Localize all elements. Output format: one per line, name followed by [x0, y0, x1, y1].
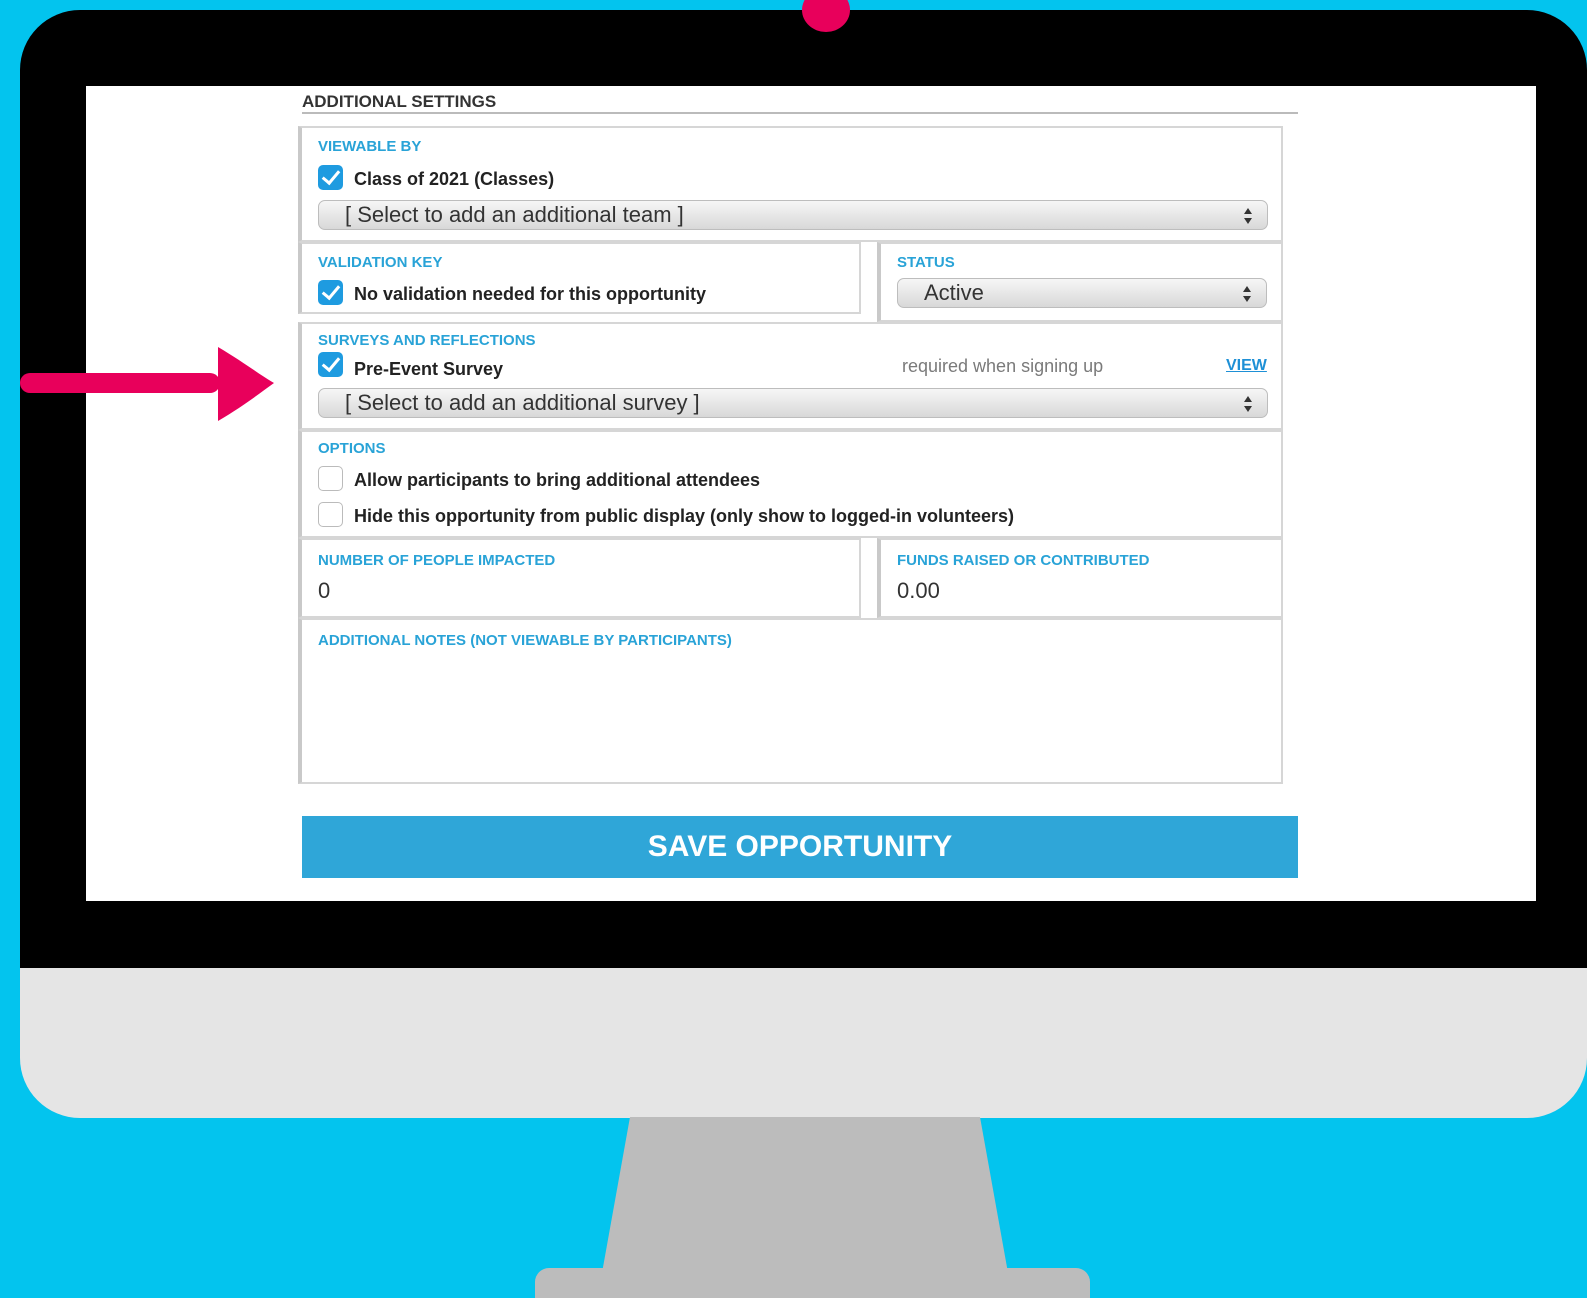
screen: ADDITIONAL SETTINGS VIEWABLE BY Class of… — [86, 86, 1536, 901]
pre-event-survey-checkbox[interactable] — [318, 352, 343, 377]
pointer-arrow-icon — [20, 347, 274, 421]
select-arrows-icon — [1244, 396, 1252, 412]
funds-raised-input[interactable]: 0.00 — [897, 578, 940, 604]
status-label: STATUS — [897, 254, 955, 271]
survey-select-value: [ Select to add an additional survey ] — [345, 390, 700, 415]
validation-checkbox-label: No validation needed for this opportunit… — [354, 284, 707, 304]
section-title: ADDITIONAL SETTINGS — [302, 86, 1298, 114]
allow-attendees-checkbox[interactable] — [318, 466, 343, 491]
funds-raised-panel: FUNDS RAISED OR CONTRIBUTED 0.00 — [877, 538, 1283, 618]
pre-event-survey-label: Pre-Event Survey — [354, 359, 504, 379]
select-arrows-icon — [1243, 286, 1251, 302]
status-panel: STATUS Active — [877, 242, 1283, 322]
monitor-stand-base — [535, 1268, 1090, 1298]
validation-key-panel: VALIDATION KEY No validation needed for … — [298, 242, 861, 314]
options-panel: OPTIONS Allow participants to bring addi… — [298, 430, 1283, 538]
camera-dot — [802, 0, 850, 32]
viewable-by-label: VIEWABLE BY — [318, 138, 422, 155]
class-checkbox[interactable] — [318, 165, 343, 190]
hide-opportunity-checkbox[interactable] — [318, 502, 343, 527]
monitor-chin — [20, 968, 1587, 1118]
class-checkbox-label: Class of 2021 (Classes) — [354, 169, 555, 189]
people-impacted-panel: NUMBER OF PEOPLE IMPACTED 0 — [298, 538, 861, 618]
status-select[interactable]: Active — [897, 278, 1267, 308]
validation-checkbox[interactable] — [318, 280, 343, 305]
save-opportunity-button[interactable]: SAVE OPPORTUNITY — [302, 816, 1298, 878]
team-select[interactable]: [ Select to add an additional team ] — [318, 200, 1268, 230]
notes-panel[interactable]: ADDITIONAL NOTES (NOT VIEWABLE BY PARTIC… — [298, 618, 1283, 784]
select-arrows-icon — [1244, 208, 1252, 224]
validation-key-label: VALIDATION KEY — [318, 254, 443, 271]
allow-attendees-label: Allow participants to bring additional a… — [354, 470, 761, 490]
survey-select[interactable]: [ Select to add an additional survey ] — [318, 388, 1268, 418]
status-select-value: Active — [924, 280, 984, 305]
hide-opportunity-label: Hide this opportunity from public displa… — [354, 506, 1015, 526]
settings-form: ADDITIONAL SETTINGS — [302, 86, 1298, 128]
people-impacted-input[interactable]: 0 — [318, 578, 330, 604]
notes-label: ADDITIONAL NOTES (NOT VIEWABLE BY PARTIC… — [318, 632, 732, 649]
options-label: OPTIONS — [318, 440, 386, 457]
survey-requirement-note: required when signing up — [902, 356, 1104, 376]
team-select-value: [ Select to add an additional team ] — [345, 202, 684, 227]
viewable-by-panel: VIEWABLE BY Class of 2021 (Classes) [ Se… — [298, 126, 1283, 242]
people-impacted-label: NUMBER OF PEOPLE IMPACTED — [318, 552, 556, 569]
funds-raised-label: FUNDS RAISED OR CONTRIBUTED — [897, 552, 1150, 569]
view-survey-link[interactable]: VIEW — [1226, 357, 1267, 375]
surveys-label: SURVEYS AND REFLECTIONS — [318, 332, 536, 349]
surveys-panel: SURVEYS AND REFLECTIONS Pre-Event Survey… — [298, 322, 1283, 430]
